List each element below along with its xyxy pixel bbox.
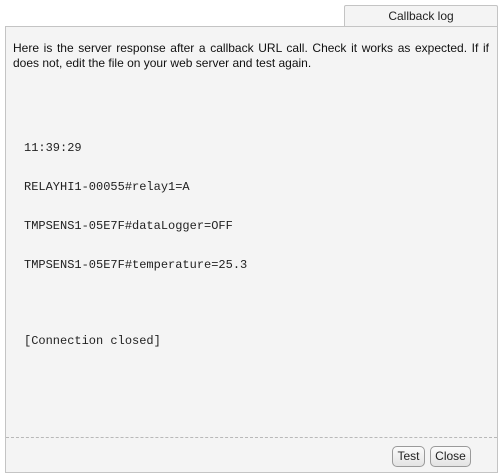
log-line: TMPSENS1-05E7F#temperature=25.3 xyxy=(24,258,248,272)
test-button[interactable]: Test xyxy=(392,446,425,467)
close-button[interactable]: Close xyxy=(430,446,471,467)
tab-label: Callback log xyxy=(388,9,454,23)
log-line: 11:39:29 xyxy=(24,141,82,155)
server-response-log: 11:39:29 RELAYHI1-00055#relay1=A TMPSENS… xyxy=(24,116,247,374)
intro-text: Here is the server response after a call… xyxy=(13,41,489,70)
connection-closed-line: [Connection closed] xyxy=(24,334,161,348)
footer-divider xyxy=(6,437,497,438)
tab-callback-log[interactable]: Callback log xyxy=(344,5,498,26)
callback-log-panel: Here is the server response after a call… xyxy=(5,26,498,473)
log-line: RELAYHI1-00055#relay1=A xyxy=(24,180,190,194)
log-line: TMPSENS1-05E7F#dataLogger=OFF xyxy=(24,219,233,233)
log-spacer xyxy=(24,298,247,309)
